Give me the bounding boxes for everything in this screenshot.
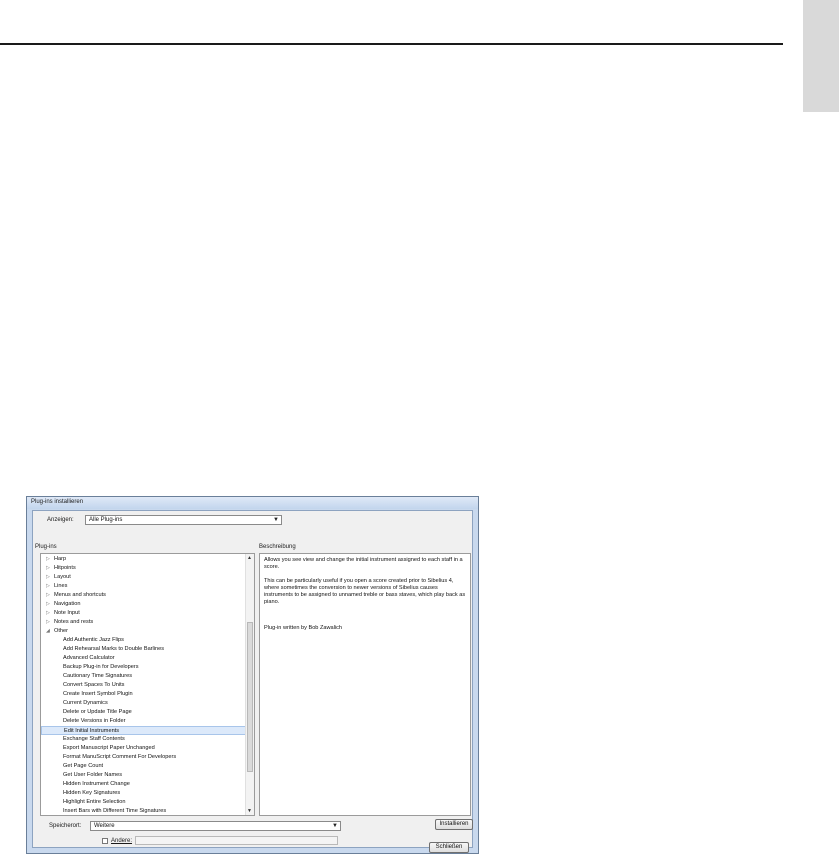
triangle-right-icon[interactable]: ▷ (46, 565, 50, 571)
tree-plugin-item[interactable]: Format ManuScript Comment For Developers (41, 753, 246, 762)
triangle-right-icon[interactable]: ▷ (46, 619, 50, 625)
tree-plugin-label: Format ManuScript Comment For Developers (63, 754, 177, 760)
tree-category-label: Navigation (54, 601, 81, 607)
tree-plugin-item[interactable]: Advanced Calculator (41, 654, 246, 663)
location-dropdown[interactable]: Weitere ▼ (90, 821, 341, 831)
tree-plugin-label: Delete Versions in Folder (63, 718, 126, 724)
tree-category-label: Lines (54, 583, 68, 589)
tree-plugin-label: Cautionary Time Signatures (63, 673, 133, 679)
tree-plugin-label: Export Manuscript Paper Unchanged (63, 745, 155, 751)
location-label: Speicherort: (49, 823, 82, 829)
tree-plugin-label: Convert Spaces To Units (63, 682, 125, 688)
tree-category-item[interactable]: ▷ Note Input (41, 609, 246, 618)
description-header: Beschreibung (259, 544, 296, 550)
tree-plugin-item[interactable]: Create Insert Symbol Plugin (41, 690, 246, 699)
tree-category-item[interactable]: ▷ Navigation (41, 600, 246, 609)
tree-plugin-item[interactable]: Insert Bars with Different Time Signatur… (41, 807, 246, 815)
triangle-right-icon[interactable]: ▷ (46, 583, 50, 589)
tree-category-item[interactable]: ▷ Lines (41, 582, 246, 591)
tree-plugin-item[interactable]: Cautionary Time Signatures (41, 672, 246, 681)
tree-plugin-label: Delete or Update Title Page (63, 709, 132, 715)
tree-plugin-item[interactable]: Get User Folder Names (41, 771, 246, 780)
tree-plugin-label: Edit Initial Instruments (64, 728, 120, 734)
tree-category-label: Harp (54, 556, 67, 562)
tree-plugin-item[interactable]: Export Manuscript Paper Unchanged (41, 744, 246, 753)
plugins-header: Plug-ins (35, 544, 57, 550)
dialog-titlebar[interactable]: Plug-ins installieren (27, 497, 478, 509)
tree-plugin-item[interactable]: Highlight Entire Selection (41, 798, 246, 807)
tree-category-label: Layout (54, 574, 71, 580)
tree-plugin-item[interactable]: Convert Spaces To Units (41, 681, 246, 690)
tree-plugin-item[interactable]: Delete or Update Title Page (41, 708, 246, 717)
tree-category-label: Menus and shortcuts (54, 592, 106, 598)
tree-category-item[interactable]: ▷ Hitpoints (41, 564, 246, 573)
tree-plugin-item[interactable]: Add Authentic Jazz Flips (41, 636, 246, 645)
other-location-label: Andere: (111, 838, 133, 844)
tree-category-item[interactable]: ▷ Harp (41, 555, 246, 564)
description-paragraph: This can be particularly useful if you o… (264, 577, 466, 606)
triangle-right-icon[interactable]: ▷ (46, 592, 50, 598)
tree-plugin-item[interactable]: Backup Plug-in for Developers (41, 663, 246, 672)
tree-category-item[interactable]: ◢ Other (41, 627, 246, 636)
chevron-down-icon: ▼ (273, 517, 279, 523)
triangle-right-icon[interactable]: ▷ (46, 574, 50, 580)
install-button[interactable]: Installieren (435, 819, 473, 830)
tree-plugin-label: Exchange Staff Contents (63, 736, 125, 742)
description-panel: Allows you see view and change the initi… (259, 553, 471, 816)
tree-plugin-item[interactable]: Delete Versions in Folder (41, 717, 246, 726)
tree-plugin-item[interactable]: Hidden Key Signatures (41, 789, 246, 798)
tree-plugin-label: Create Insert Symbol Plugin (63, 691, 133, 697)
close-button[interactable]: Schließen (429, 842, 469, 853)
tree-category-label: Hitpoints (54, 565, 76, 571)
scroll-up-icon[interactable]: ▲ (247, 555, 252, 561)
triangle-down-icon[interactable]: ◢ (46, 628, 50, 634)
tree-plugin-label: Current Dynamics (63, 700, 108, 706)
tree-plugin-item[interactable]: Current Dynamics (41, 699, 246, 708)
tree-plugin-label: Backup Plug-in for Developers (63, 664, 139, 670)
other-location-input[interactable] (135, 836, 338, 845)
tree-category-label: Note Input (54, 610, 80, 616)
tree-plugin-label: Get Page Count (63, 763, 104, 769)
page-header-rule (0, 43, 783, 45)
tree-plugin-item[interactable]: Hidden Instrument Change (41, 780, 246, 789)
tree-plugin-item[interactable]: Get Page Count (41, 762, 246, 771)
tree-category-item[interactable]: ▷ Notes and rests (41, 618, 246, 627)
tree-plugin-item[interactable]: Exchange Staff Contents (41, 735, 246, 744)
tree-plugin-label: Add Authentic Jazz Flips (63, 637, 124, 643)
tree-category-item[interactable]: ▷ Menus and shortcuts (41, 591, 246, 600)
dialog-title: Plug-ins installieren (31, 499, 84, 505)
tree-category-label: Other (54, 628, 68, 634)
triangle-right-icon[interactable]: ▷ (46, 601, 50, 607)
triangle-right-icon[interactable]: ▷ (46, 610, 50, 616)
tree-plugin-label: Insert Bars with Different Time Signatur… (63, 808, 167, 814)
tree-plugin-label: Get User Folder Names (63, 772, 123, 778)
chapter-tab (803, 0, 839, 112)
tree-category-label: Notes and rests (54, 619, 94, 625)
tree-category-item[interactable]: ▷ Layout (41, 573, 246, 582)
description-author: Plug-in written by Bob Zawalich (264, 624, 343, 631)
scroll-down-icon[interactable]: ▼ (247, 808, 252, 814)
tree-plugin-label: Advanced Calculator (63, 655, 115, 661)
dialog-client-area: Anzeigen: Alle Plug-ins ▼ Plug-ins Besch… (32, 510, 473, 848)
triangle-right-icon[interactable]: ▷ (46, 556, 50, 562)
tree-plugin-item-selected[interactable]: Edit Initial Instruments (41, 726, 246, 735)
tree-scrollbar[interactable]: ▲ ▼ (245, 554, 254, 815)
plugins-tree[interactable]: ▷ Harp ▷ Hitpoints ▷ Layout ▷ Lines ▷ Menus and s… (40, 553, 255, 816)
tree-plugin-label: Highlight Entire Selection (63, 799, 126, 805)
tree-plugin-item[interactable]: Add Rehearsal Marks to Double Barlines (41, 645, 246, 654)
tree-plugin-label: Hidden Instrument Change (63, 781, 130, 787)
install-plugins-dialog: Plug-ins installieren Anzeigen: Alle Plu… (26, 496, 479, 854)
show-label: Anzeigen: (47, 517, 74, 523)
show-filter-dropdown[interactable]: Alle Plug-ins ▼ (85, 515, 282, 525)
description-paragraph: Allows you see view and change the initi… (264, 557, 463, 571)
show-filter-value: Alle Plug-ins (89, 517, 123, 523)
tree-plugin-label: Hidden Key Signatures (63, 790, 121, 796)
other-location-checkbox[interactable] (102, 838, 108, 844)
location-value: Weitere (94, 823, 115, 829)
tree-plugin-label: Add Rehearsal Marks to Double Barlines (63, 646, 165, 652)
scroll-thumb[interactable] (247, 622, 253, 772)
chevron-down-icon: ▼ (332, 823, 338, 829)
